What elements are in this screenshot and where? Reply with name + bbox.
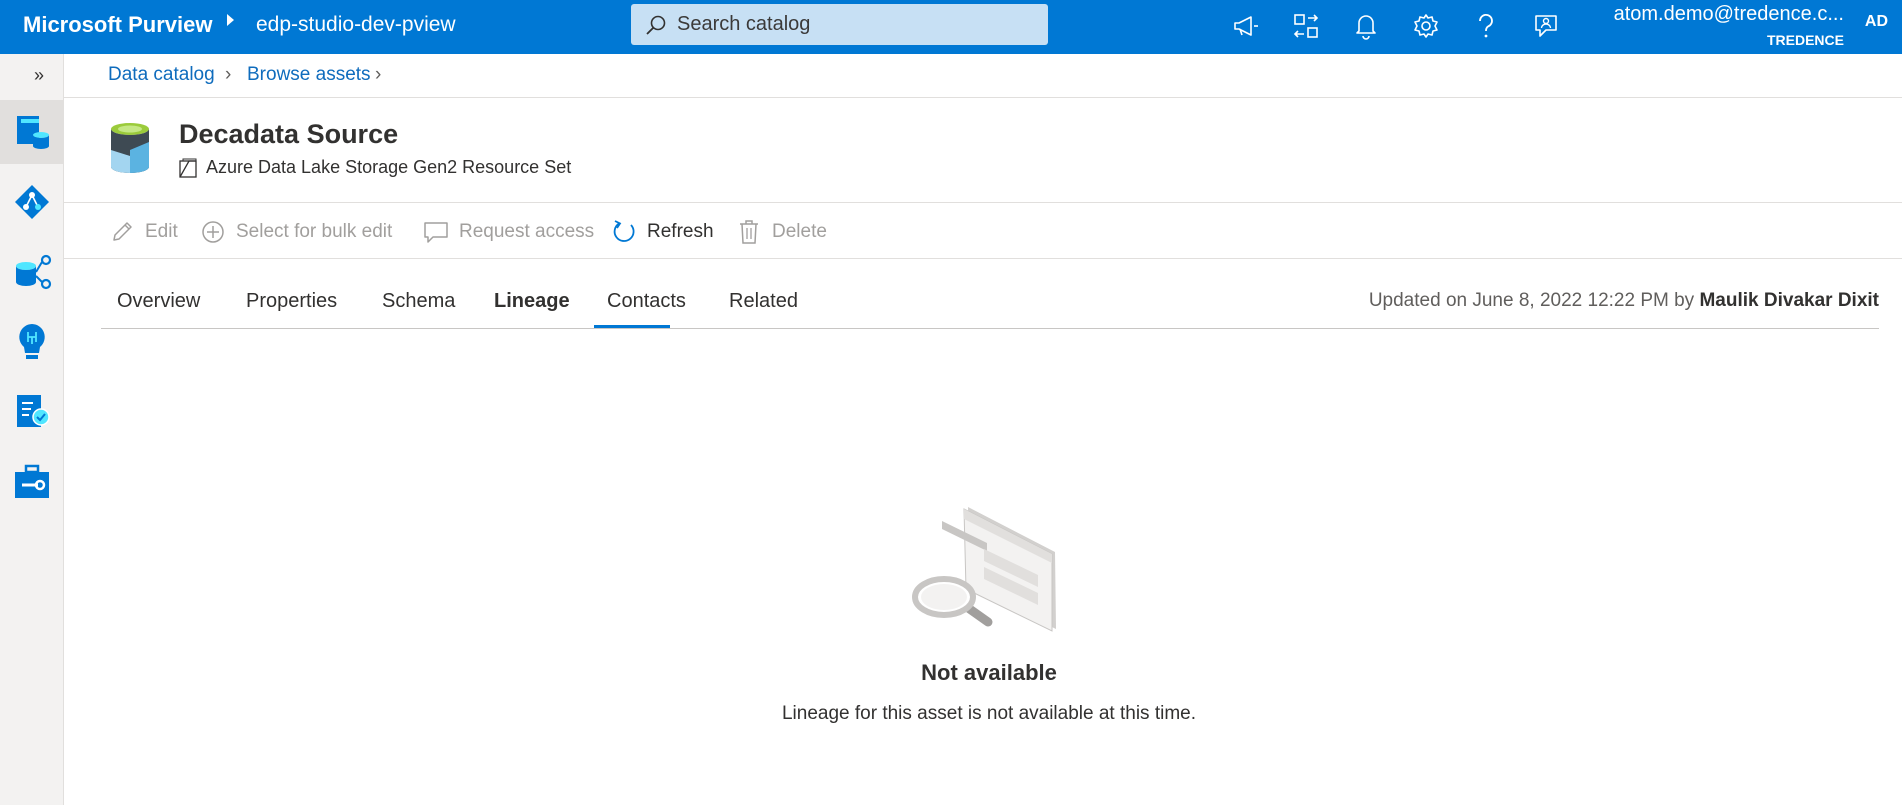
notifications-icon[interactable]: [1350, 10, 1382, 42]
top-bar: Microsoft Purview edp-studio-dev-pview a…: [0, 0, 1902, 54]
account-name[interactable]: edp-studio-dev-pview: [256, 13, 456, 37]
tab-contacts[interactable]: Contacts: [607, 290, 686, 313]
data-catalog-icon[interactable]: [0, 100, 63, 164]
brand-title[interactable]: Microsoft Purview: [23, 12, 212, 38]
search-box[interactable]: [631, 4, 1048, 45]
updated-by-user: Maulik Divakar Dixit: [1699, 290, 1879, 311]
refresh-button[interactable]: Refresh: [611, 218, 714, 246]
refresh-icon: [611, 219, 637, 245]
empty-state-description: Lineage for this asset is not available …: [781, 703, 1196, 724]
chevron-right-icon: ›: [375, 64, 382, 85]
user-email[interactable]: atom.demo@tredence.c...: [1614, 3, 1844, 26]
help-icon[interactable]: [1470, 10, 1502, 42]
settings-icon[interactable]: [1410, 10, 1442, 42]
data-map-icon[interactable]: [0, 170, 63, 234]
breadcrumb-browse-assets[interactable]: Browse assets: [247, 64, 371, 86]
data-sharing-icon[interactable]: [0, 380, 63, 444]
announcement-icon[interactable]: [1230, 10, 1262, 42]
tab-lineage[interactable]: Lineage: [494, 290, 570, 313]
tab-bar: Overview Properties Schema Lineage Conta…: [101, 280, 1879, 329]
select-for-bulk-edit-label: Select for bulk edit: [236, 221, 393, 242]
chevron-right-icon: [227, 14, 234, 26]
left-navigation: »: [0, 54, 64, 805]
expand-navigation-icon[interactable]: »: [34, 65, 44, 86]
delete-label: Delete: [772, 221, 827, 242]
select-for-bulk-edit-button[interactable]: Select for bulk edit: [200, 218, 392, 246]
delete-button[interactable]: Delete: [736, 218, 827, 246]
asset-type-label: Azure Data Lake Storage Gen2 Resource Se…: [206, 157, 572, 177]
switch-directory-icon[interactable]: [1290, 10, 1322, 42]
breadcrumb: Data catalog › Browse assets ›: [64, 54, 1902, 98]
command-bar: Edit Select for bulk edit Request access…: [64, 202, 1902, 259]
edit-button[interactable]: Edit: [109, 218, 178, 246]
management-icon[interactable]: [0, 450, 63, 514]
tab-properties[interactable]: Properties: [246, 290, 337, 313]
chevron-right-icon: ›: [225, 64, 232, 85]
active-tab-indicator: [594, 325, 670, 328]
tab-related[interactable]: Related: [729, 290, 798, 313]
updated-timestamp: Updated on June 8, 2022 12:22 PM by: [1368, 290, 1695, 311]
user-organization: TREDENCE: [1766, 32, 1844, 48]
data-estate-insights-icon[interactable]: [0, 240, 63, 304]
refresh-label: Refresh: [647, 221, 714, 242]
search-icon: [646, 15, 666, 35]
feedback-icon[interactable]: [1530, 10, 1562, 42]
empty-state-title: Not available: [921, 660, 1057, 685]
last-updated-info: Updated on June 8, 2022 12:22 PM by Maul…: [1369, 290, 1879, 312]
resource-set-icon: [111, 123, 149, 173]
request-access-label: Request access: [459, 221, 595, 242]
tab-overview[interactable]: Overview: [117, 290, 200, 313]
resource-set-type-icon: [179, 158, 197, 178]
delete-icon: [736, 219, 762, 245]
no-data-illustration: [912, 507, 1056, 632]
avatar[interactable]: AD: [1865, 13, 1888, 31]
tab-schema[interactable]: Schema: [382, 290, 455, 313]
edit-icon: [109, 219, 135, 245]
request-access-button[interactable]: Request access: [423, 218, 594, 246]
edit-label: Edit: [145, 221, 178, 242]
search-input[interactable]: [677, 4, 1037, 45]
add-circle-icon: [200, 219, 226, 245]
page-title: Decadata Source: [179, 119, 399, 149]
data-policy-icon[interactable]: [0, 310, 63, 374]
breadcrumb-data-catalog[interactable]: Data catalog: [108, 64, 215, 86]
comment-icon: [423, 219, 449, 245]
